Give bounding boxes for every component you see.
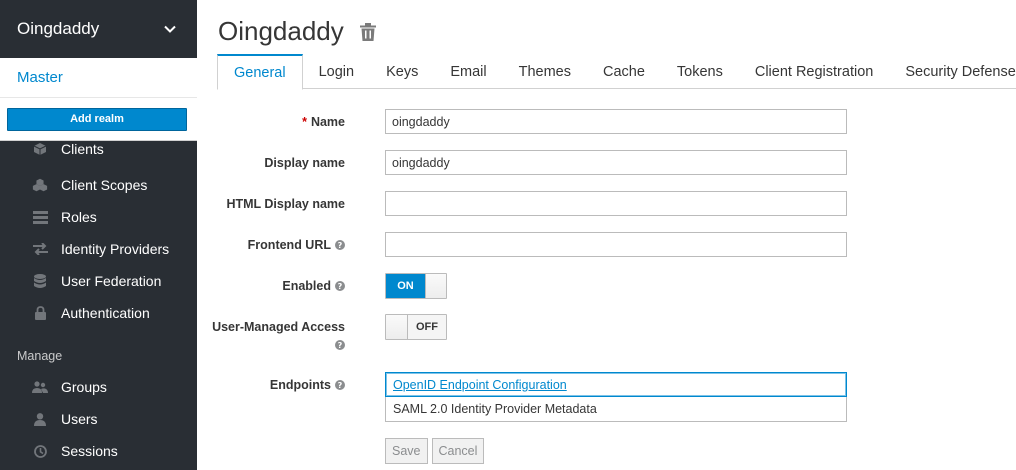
tab-general[interactable]: General [217,54,303,90]
svg-text:?: ? [338,282,343,291]
sidebar-item-label: User Federation [61,273,162,289]
add-realm-wrap: Add realm [0,98,197,140]
frontend-url-input[interactable] [385,232,847,257]
display-name-input[interactable]: oingdaddy [385,150,847,175]
realm-selector[interactable]: Oingdaddy [0,0,197,58]
svg-text:?: ? [338,241,343,250]
toggle-handle [386,315,408,339]
uma-row: User-Managed Access ? OFF [197,314,1016,350]
sidebar-item-authentication[interactable]: Authentication [0,297,197,329]
sidebar-item-identity-providers[interactable]: Identity Providers [0,233,197,265]
cubes-icon [32,177,48,193]
name-label: * Name [197,115,345,129]
sidebar-item-label: Sessions [61,443,118,459]
sidebar-item-users[interactable]: Users [0,403,197,435]
help-icon[interactable]: ? [335,239,345,250]
tab-email[interactable]: Email [434,54,502,89]
name-input[interactable]: oingdaddy [385,109,847,134]
endpoint-openid: OpenID Endpoint Configuration [385,372,847,397]
realm-dropdown: Master Add realm [0,58,197,141]
exchange-icon [32,241,48,257]
toggle-off-label: OFF [408,315,446,339]
uma-label: User-Managed Access ? [197,314,345,350]
page-title: Oingdaddy [218,16,344,46]
frontend-url-row: Frontend URL ? [197,232,1016,257]
tab-themes[interactable]: Themes [503,54,587,89]
lock-icon [32,305,48,321]
add-realm-button[interactable]: Add realm [7,107,187,131]
display-name-row: Display name oingdaddy [197,150,1016,175]
uma-toggle[interactable]: OFF [385,314,447,340]
sidebar-item-roles[interactable]: Roles [0,201,197,233]
svg-text:?: ? [338,341,343,350]
list-icon [32,209,48,225]
realm-tabs: General Login Keys Email Themes Cache To… [217,54,1016,90]
main-content: Oingdaddy General Login Keys Email Theme… [197,0,1016,470]
uma-label-text: User-Managed Access [212,320,345,334]
save-button[interactable]: Save [385,438,428,464]
svg-text:?: ? [338,381,343,390]
toggle-handle [425,274,446,298]
user-icon [32,411,48,427]
clock-icon [32,443,48,459]
sidebar-item-label: Authentication [61,305,150,321]
endpoints-label: Endpoints ? [197,378,345,392]
required-mark: * [302,114,307,129]
tab-cache[interactable]: Cache [587,54,661,89]
tab-tokens[interactable]: Tokens [661,54,739,89]
enabled-label: Enabled ? [197,279,345,293]
help-icon[interactable]: ? [335,379,345,390]
tab-client-registration[interactable]: Client Registration [739,54,889,89]
frontend-url-label-text: Frontend URL [247,237,331,252]
endpoints-label-text: Endpoints [269,377,331,392]
html-display-name-label: HTML Display name [226,196,345,211]
openid-endpoint-link[interactable]: OpenID Endpoint Configuration [393,378,567,392]
frontend-url-label: Frontend URL ? [197,238,345,252]
html-display-name-input[interactable] [385,191,847,216]
name-label-text: Name [310,114,345,129]
manage-nav: Groups Users Sessions [0,371,197,467]
trash-icon[interactable] [359,22,378,42]
cube-icon [32,141,48,157]
sidebar-item-client-scopes[interactable]: Client Scopes [0,169,197,201]
sidebar-item-label: Groups [61,379,107,395]
sidebar: Oingdaddy Master Add realm Clients Clien… [0,0,197,470]
tab-security-defenses[interactable]: Security Defenses [889,54,1016,89]
help-icon[interactable]: ? [335,340,345,350]
endpoints-list: OpenID Endpoint Configuration SAML 2.0 I… [385,372,847,422]
endpoint-saml[interactable]: SAML 2.0 Identity Provider Metadata [385,397,847,422]
configure-nav: Clients Client Scopes Roles Identity Pro… [0,139,197,329]
enabled-toggle[interactable]: ON [385,273,447,299]
enabled-row: Enabled ? ON [197,273,1016,299]
tab-keys[interactable]: Keys [370,54,434,89]
enabled-label-text: Enabled [282,279,331,293]
cancel-button[interactable]: Cancel [431,438,485,464]
sidebar-item-sessions[interactable]: Sessions [0,435,197,467]
title-row: Oingdaddy [218,16,378,47]
database-icon [32,273,48,289]
users-icon [32,379,48,395]
help-icon[interactable]: ? [335,281,345,291]
sidebar-item-groups[interactable]: Groups [0,371,197,403]
sidebar-item-label: Identity Providers [61,241,170,257]
toggle-on-label: ON [386,274,425,298]
sidebar-item-clients[interactable]: Clients [0,139,197,159]
sidebar-item-label: Clients [61,141,104,157]
realm-name: Oingdaddy [17,19,100,38]
sidebar-item-label: Roles [61,209,97,225]
sidebar-item-user-federation[interactable]: User Federation [0,265,197,297]
sidebar-item-label: Client Scopes [61,177,148,193]
tab-login[interactable]: Login [303,54,370,89]
chevron-down-icon [163,22,177,36]
display-name-label: Display name [264,155,345,170]
manage-heading: Manage [17,349,63,363]
name-row: * Name oingdaddy [197,109,1016,134]
html-display-name-row: HTML Display name [197,191,1016,216]
realm-option-master[interactable]: Master [0,58,197,98]
sidebar-item-label: Users [61,411,98,427]
form-buttons: Save Cancel [385,438,485,464]
